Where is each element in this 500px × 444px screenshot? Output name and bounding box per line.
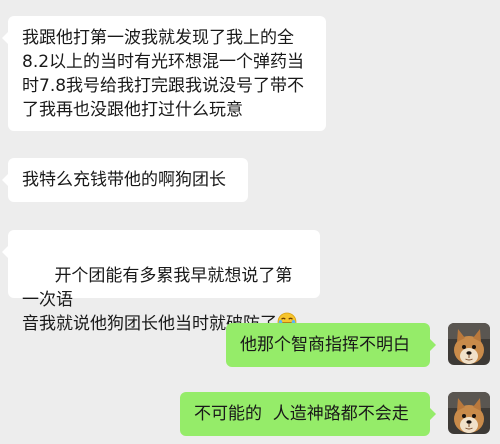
dog-avatar[interactable]: [448, 392, 490, 434]
incoming-message-bubble[interactable]: 我特么充钱带他的啊狗团长: [2, 158, 248, 202]
dog-avatar-image: [448, 323, 490, 365]
dog-avatar-image: [448, 392, 490, 434]
incoming-message-bubble[interactable]: 我跟他打第一波我就发现了我上的全 8.2以上的当时有光环想混一个弹药当 时7.8…: [2, 16, 326, 131]
outgoing-message-bubble[interactable]: 他那个智商指挥不明白: [226, 323, 436, 367]
outgoing-message-bubble[interactable]: 不可能的 人造神路都不会走: [180, 392, 436, 436]
dog-avatar[interactable]: [448, 323, 490, 365]
incoming-message-bubble[interactable]: 开个团能有多累我早就想说了第一次语 音我就说他狗团长他当时就破防了: [2, 230, 320, 334]
chat-window: 我跟他打第一波我就发现了我上的全 8.2以上的当时有光环想混一个弹药当 时7.8…: [0, 0, 500, 444]
